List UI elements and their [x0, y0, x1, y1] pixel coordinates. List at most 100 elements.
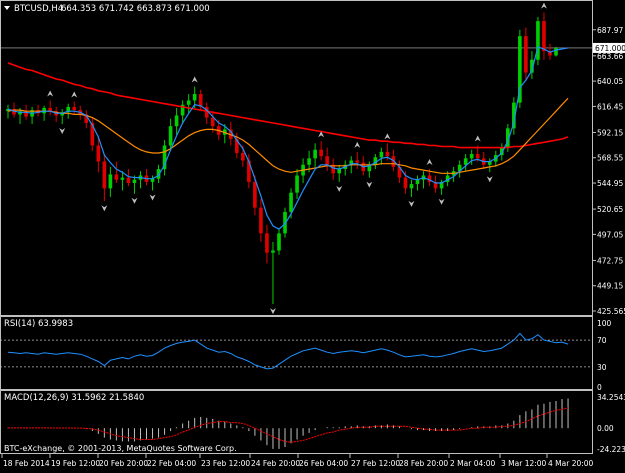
time-axis: 18 Feb 2014 19 Feb 12:0020 Feb 20:0022 Fe… [1, 454, 594, 468]
fractal-down-icon [486, 176, 493, 183]
candle-body [469, 154, 474, 159]
time-tick-label: 23 Feb 12:00 [201, 459, 250, 468]
candle-body [126, 177, 131, 183]
price-tick-label: 497.05 [597, 230, 623, 239]
time-tick-label: 18 Feb 2014 [3, 459, 50, 468]
fractal-up-icon [354, 141, 361, 148]
fractal-up-icon [426, 159, 433, 166]
price-tick-label: 425.565 [597, 307, 625, 316]
fractal-down-icon [101, 205, 108, 212]
candle-body [463, 158, 468, 165]
time-tick-label: 2 Mar 04:00 [450, 459, 496, 468]
time-tick-label: 24 Feb 20:00 [251, 459, 300, 468]
candle-body [186, 100, 191, 105]
symbol-label: BTCUSD,H4 [14, 4, 63, 14]
fractal-down-icon [59, 128, 66, 135]
fractal-up-icon [47, 90, 54, 97]
fractal-down-icon [438, 198, 445, 205]
candle-body [409, 184, 414, 189]
dropdown-triangle-icon[interactable] [4, 6, 10, 10]
candle-body [96, 145, 101, 162]
price-tick-label: 640.05 [597, 77, 623, 86]
candle-body [114, 174, 119, 180]
candle-body [271, 250, 275, 253]
fractal-up-icon [540, 2, 547, 9]
candle-body [313, 149, 317, 159]
rsi-tick-label: 0 [597, 383, 602, 392]
candle-body [325, 156, 329, 165]
price-tick-label: 592.15 [597, 128, 623, 137]
rsi-label: RSI(14) 63.9983 [4, 319, 73, 329]
macd-label: MACD(12,26,9) 31.5962 21.5840 [4, 393, 144, 403]
candle-body [295, 175, 299, 193]
price-tick-label: 616.45 [597, 102, 623, 111]
price-tick-label: 449.15 [597, 282, 623, 291]
fractal-up-icon [474, 135, 481, 142]
rsi-panel [0, 332, 592, 370]
time-tick-label: 20 Feb 20:00 [99, 459, 148, 468]
rsi-tick-label: 100 [597, 319, 612, 328]
price-tick-label: 568.55 [597, 154, 623, 163]
fractal-up-icon [384, 133, 391, 140]
fractal-down-icon [269, 308, 276, 315]
time-tick-label: 4 Mar 20:00 [548, 459, 594, 468]
time-tick-label: 27 Feb 12:00 [351, 459, 400, 468]
time-tick-label: 26 Feb 04:00 [299, 459, 348, 468]
rsi-panel-frame [0, 316, 593, 390]
time-tick-label: 28 Feb 20:00 [399, 459, 448, 468]
candle-body [174, 115, 179, 127]
price-tick-label: 663.66 [597, 52, 623, 61]
candle-body [415, 179, 420, 185]
fractal-down-icon [336, 185, 343, 192]
fractal-down-icon [149, 194, 156, 201]
fractal-down-icon [131, 197, 138, 204]
candle-body [289, 192, 293, 212]
chart-window: 687.97 663.66 640.05 616.45 592.15 568.55 544.… [0, 0, 625, 469]
candle-body [265, 233, 269, 253]
fractal-down-icon [366, 181, 373, 188]
candle-body [210, 117, 215, 127]
macd-signal-line [8, 407, 569, 443]
chart-canvas[interactable]: 687.97 663.66 640.05 616.45 592.15 568.55 544.… [0, 0, 625, 469]
macd-tick-label: 0.00 [597, 424, 614, 433]
candle-body [554, 47, 558, 56]
candle-body [241, 152, 245, 161]
time-tick-label: 22 Feb 04:00 [147, 459, 196, 468]
candle-body [319, 149, 323, 157]
current-price-label: 671.000 [595, 44, 625, 53]
candle-body [168, 126, 173, 146]
candle-body [253, 181, 257, 208]
rsi-tick-label: 70 [597, 336, 607, 345]
candle-body [108, 174, 113, 189]
candle-body [379, 151, 384, 158]
price-axis: 687.97 663.66 640.05 616.45 592.15 568.55 544.… [592, 26, 625, 454]
candle-body [72, 106, 77, 111]
main-price-panel [0, 2, 592, 315]
price-tick-label: 520.65 [597, 205, 623, 214]
rsi-tick-label: 30 [597, 363, 607, 372]
macd-panel [7, 398, 569, 449]
candle-body [385, 151, 390, 157]
candle-body [259, 207, 263, 234]
candle-body [355, 160, 360, 163]
time-tick-label: 19 Feb 12:00 [51, 459, 100, 468]
copyright-text: BTC-eXchange, © 2001-2013, MetaQuotes So… [4, 444, 237, 453]
time-tick-label: 3 Mar 12:00 [501, 459, 547, 468]
fractal-up-icon [71, 91, 78, 98]
fractal-up-icon [191, 76, 198, 83]
candle-body [120, 177, 125, 180]
rsi-line [7, 332, 569, 370]
macd-tick-label: 34.2543 [597, 393, 625, 402]
fractal-down-icon [408, 200, 415, 207]
candle-body [192, 94, 197, 101]
ohlc-label: 664.353 671.742 663.873 671.000 [61, 4, 210, 14]
candle-body [403, 177, 408, 189]
candle-body [542, 21, 546, 52]
candle-body [277, 233, 281, 251]
price-tick-label: 472.75 [597, 256, 623, 265]
candle-body [307, 158, 311, 165]
candle-body [102, 161, 107, 189]
macd-tick-label: -24.2237 [597, 445, 625, 454]
candle-body [524, 36, 528, 73]
price-tick-label: 544.95 [597, 179, 623, 188]
